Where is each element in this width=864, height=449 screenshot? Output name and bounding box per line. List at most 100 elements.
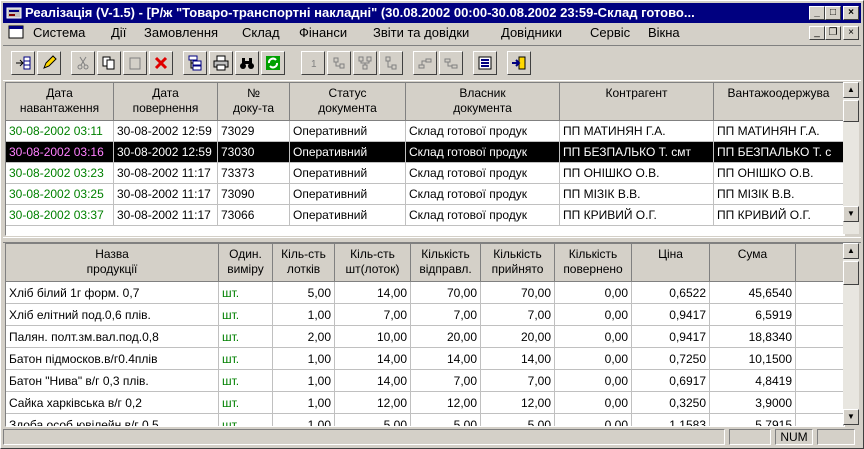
cell-returned[interactable]: 0,00	[555, 282, 632, 304]
col-header-product-name[interactable]: Назва продукції	[6, 244, 219, 282]
cell-pcs-per-tray[interactable]: 12,00	[335, 392, 411, 414]
cell-doc-owner[interactable]: Склад готової продук	[406, 121, 560, 142]
cell-accepted[interactable]: 12,00	[481, 392, 555, 414]
scroll-down-arrow-icon[interactable]: ▼	[843, 409, 859, 425]
cell-pcs-per-tray[interactable]: 14,00	[335, 370, 411, 392]
pencil-icon[interactable]	[37, 51, 61, 75]
insert-row-icon[interactable]	[11, 51, 35, 75]
cell-sent[interactable]: 7,00	[411, 370, 481, 392]
cell-product-name[interactable]: Батон "Нива" в/г 0,3 плів.	[6, 370, 219, 392]
minimize-button[interactable]: _	[809, 6, 825, 20]
cell-doc-status[interactable]: Оперативний	[290, 142, 406, 163]
maximize-button[interactable]: □	[825, 6, 841, 20]
cell-price[interactable]: 0,3250	[632, 392, 710, 414]
cell-sent[interactable]: 7,00	[411, 304, 481, 326]
cell-return-date[interactable]: 30-08-2002 11:17	[114, 184, 218, 205]
cell-load-date[interactable]: 30-08-2002 03:23	[6, 163, 114, 184]
table-row[interactable]: Батон "Нива" в/г 0,3 плів. шт. 1,00 14,00 7,…	[6, 370, 844, 392]
cell-sent[interactable]: 14,00	[411, 348, 481, 370]
col-header-counterparty[interactable]: Контрагент	[560, 83, 714, 121]
cell-counterparty[interactable]: ПП МАТИНЯН Г.А.	[560, 121, 714, 142]
col-header-doc-number[interactable]: № доку-та	[218, 83, 290, 121]
cell-counterparty[interactable]: ПП КРИВИЙ О.Г.	[560, 205, 714, 226]
cell-return-date[interactable]: 30-08-2002 11:17	[114, 205, 218, 226]
col-header-return-date[interactable]: Дата повернення	[114, 83, 218, 121]
document-icon[interactable]	[8, 25, 24, 39]
table-row[interactable]: 30-08-2002 03:25 30-08-2002 11:17 73090 Опе…	[6, 184, 844, 205]
table-row[interactable]: 30-08-2002 03:37 30-08-2002 11:17 73066 Опе…	[6, 205, 844, 226]
cell-doc-status[interactable]: Оперативний	[290, 163, 406, 184]
cell-price[interactable]: 0,9417	[632, 304, 710, 326]
link-2-icon[interactable]	[439, 51, 463, 75]
cell-accepted[interactable]: 5,00	[481, 414, 555, 426]
cell-doc-number[interactable]: 73029	[218, 121, 290, 142]
scroll-down-arrow-icon[interactable]: ▼	[843, 206, 859, 222]
cell-unit[interactable]: шт.	[219, 326, 273, 348]
menu-system[interactable]: Система	[33, 25, 85, 40]
cell-returned[interactable]: 0,00	[555, 370, 632, 392]
cell-product-name[interactable]: Палян. полт.зм.вал.под.0,8	[6, 326, 219, 348]
col-header-consignee[interactable]: Вантажоодержува	[714, 83, 844, 121]
cell-product-name[interactable]: Хліб елітний под.0,6 плів.	[6, 304, 219, 326]
cell-doc-number[interactable]: 73030	[218, 142, 290, 163]
cell-trays[interactable]: 1,00	[273, 392, 335, 414]
cell-load-date[interactable]: 30-08-2002 03:37	[6, 205, 114, 226]
cell-unit[interactable]: шт.	[219, 370, 273, 392]
table-row[interactable]: Сайка харківська в/г 0,2 шт. 1,00 12,00 12,0…	[6, 392, 844, 414]
cell-returned[interactable]: 0,00	[555, 304, 632, 326]
col-header-price[interactable]: Ціна	[632, 244, 710, 282]
cell-doc-number[interactable]: 73066	[218, 205, 290, 226]
cell-sum[interactable]: 18,8340	[710, 326, 796, 348]
cell-pcs-per-tray[interactable]: 14,00	[335, 282, 411, 304]
cell-price[interactable]: 1,1583	[632, 414, 710, 426]
cell-doc-owner[interactable]: Склад готової продук	[406, 142, 560, 163]
cell-trays[interactable]: 5,00	[273, 282, 335, 304]
mdi-restore-button[interactable]: ❐	[825, 26, 841, 40]
cell-returned[interactable]: 0,00	[555, 326, 632, 348]
cell-sum[interactable]: 45,6540	[710, 282, 796, 304]
hier-3-icon[interactable]	[379, 51, 403, 75]
tree-icon[interactable]	[183, 51, 207, 75]
col-header-doc-status[interactable]: Статус документа	[290, 83, 406, 121]
scrollbar-thumb[interactable]	[843, 261, 859, 285]
col-header-doc-owner[interactable]: Власник документа	[406, 83, 560, 121]
cell-unit[interactable]: шт.	[219, 348, 273, 370]
cell-consignee[interactable]: ПП МАТИНЯН Г.А.	[714, 121, 844, 142]
cell-doc-status[interactable]: Оперативний	[290, 121, 406, 142]
cell-sum[interactable]: 5,7915	[710, 414, 796, 426]
menu-directories[interactable]: Довідники	[501, 25, 562, 40]
hier-2-icon[interactable]	[353, 51, 377, 75]
cell-price[interactable]: 0,6522	[632, 282, 710, 304]
table-row[interactable]: Здоба особ.ювілейн.в/г 0,5 шт. 1,00 5,00 5,0…	[6, 414, 844, 426]
cell-trays[interactable]: 1,00	[273, 414, 335, 426]
doc-1-icon[interactable]: 1	[301, 51, 325, 75]
cell-consignee[interactable]: ПП КРИВИЙ О.Г.	[714, 205, 844, 226]
cell-pcs-per-tray[interactable]: 14,00	[335, 348, 411, 370]
scissors-icon[interactable]	[71, 51, 95, 75]
refresh-icon[interactable]	[261, 51, 285, 75]
table-row[interactable]: 30-08-2002 03:16 30-08-2002 12:59 73030 Опе…	[6, 142, 844, 163]
cell-price[interactable]: 0,6917	[632, 370, 710, 392]
menu-reports[interactable]: Звіти та довідки	[373, 25, 469, 40]
table-row[interactable]: Хліб білий 1г форм. 0,7 шт. 5,00 14,00 70,00…	[6, 282, 844, 304]
top-vertical-scrollbar[interactable]: ▲ ▼	[843, 82, 859, 234]
cell-load-date[interactable]: 30-08-2002 03:11	[6, 121, 114, 142]
col-header-sum[interactable]: Сума	[710, 244, 796, 282]
cell-sent[interactable]: 12,00	[411, 392, 481, 414]
col-header-pcs-per-tray[interactable]: Кіль-сть шт(лоток)	[335, 244, 411, 282]
cell-sum[interactable]: 10,1500	[710, 348, 796, 370]
cell-counterparty[interactable]: ПП ОНІШКО О.В.	[560, 163, 714, 184]
exit-icon[interactable]	[507, 51, 531, 75]
menu-finance[interactable]: Фінанси	[299, 25, 347, 40]
col-header-accepted[interactable]: Кількість прийнято	[481, 244, 555, 282]
cell-sent[interactable]: 20,00	[411, 326, 481, 348]
cell-returned[interactable]: 0,00	[555, 414, 632, 426]
cell-product-name[interactable]: Хліб білий 1г форм. 0,7	[6, 282, 219, 304]
mdi-minimize-button[interactable]: _	[809, 26, 825, 40]
scrollbar-thumb[interactable]	[843, 100, 859, 122]
menu-service[interactable]: Сервіс	[590, 25, 630, 40]
scroll-up-arrow-icon[interactable]: ▲	[843, 243, 859, 259]
table-row[interactable]: 30-08-2002 03:11 30-08-2002 12:59 73029 Опе…	[6, 121, 844, 142]
cell-doc-status[interactable]: Оперативний	[290, 205, 406, 226]
cell-unit[interactable]: шт.	[219, 414, 273, 426]
